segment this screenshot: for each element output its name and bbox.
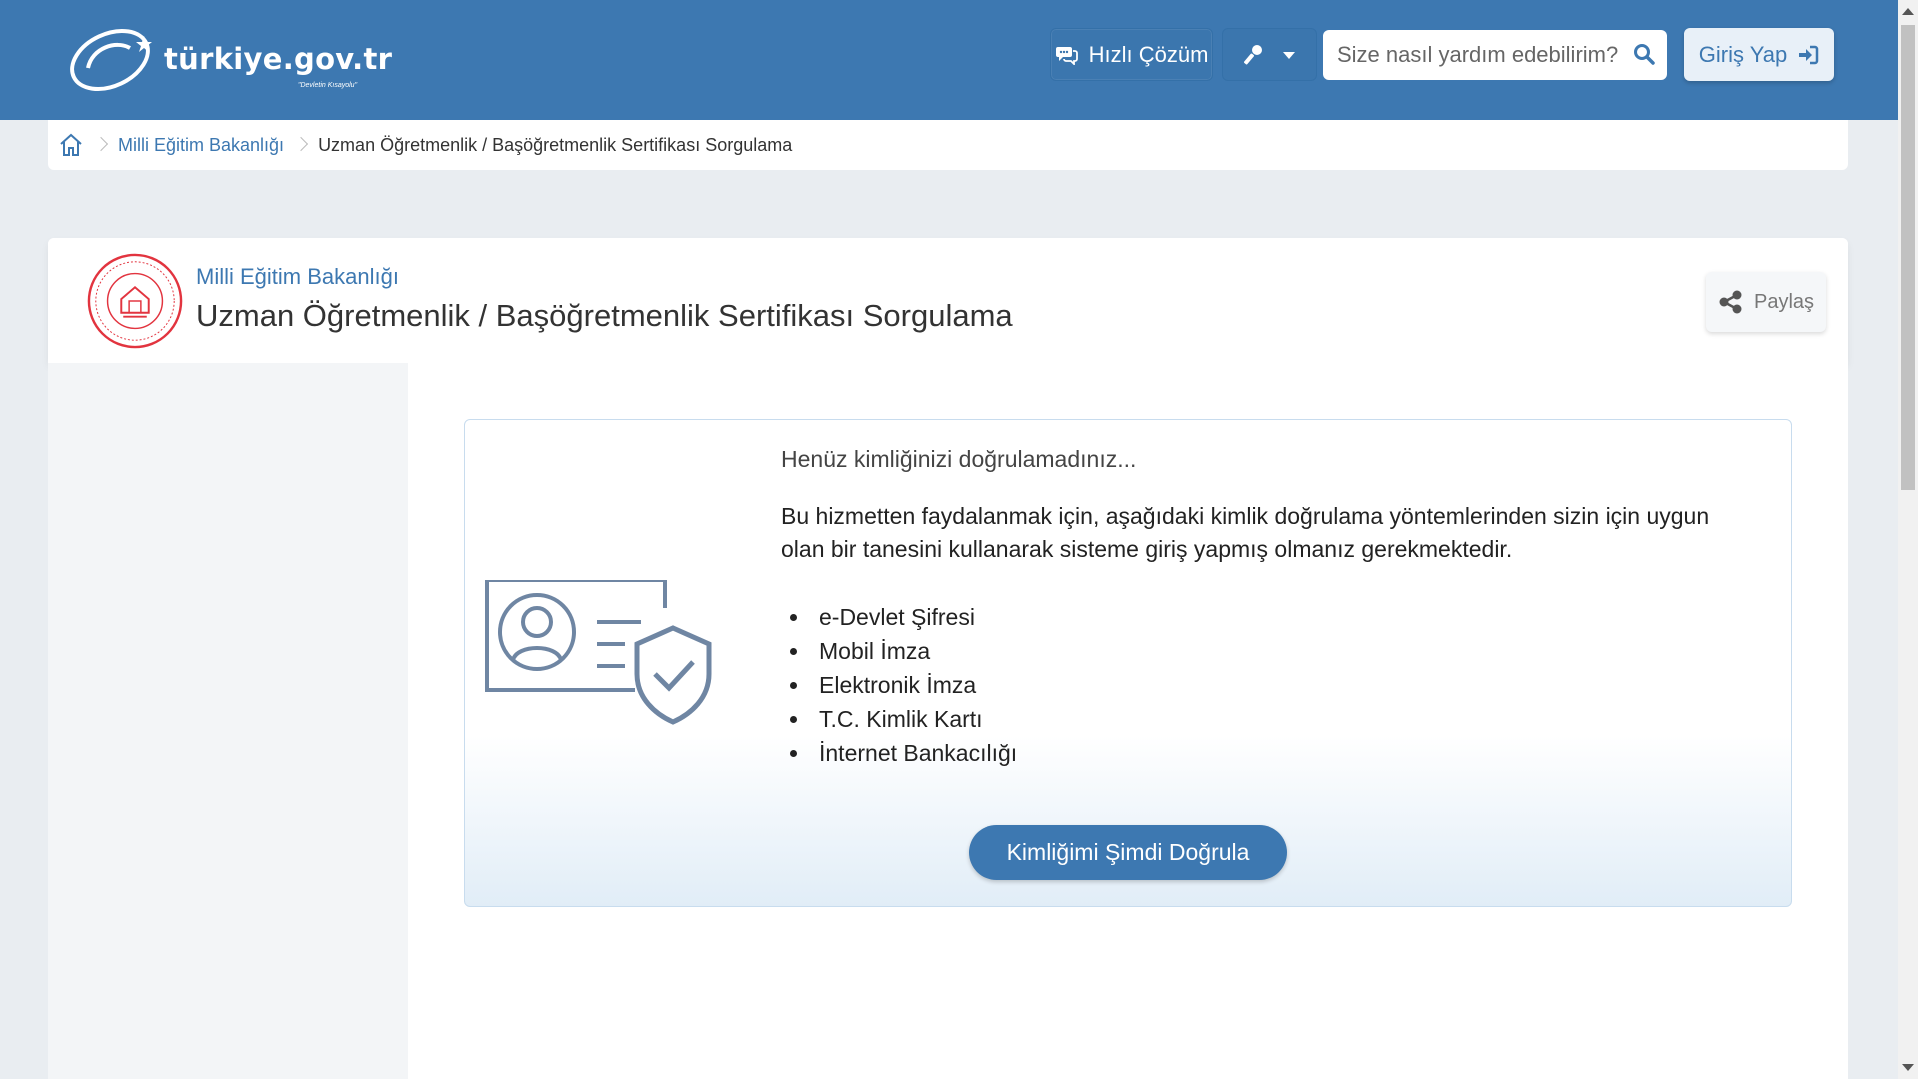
breadcrumb-separator — [296, 135, 306, 155]
auth-methods-list: e-Devlet Şifresi Mobil İmza Elektronik İ… — [811, 600, 1017, 770]
search-icon[interactable] — [1633, 43, 1655, 65]
service-header: Milli Eğitim Bakanlığı Uzman Öğretmenlik… — [48, 238, 1848, 363]
list-item: Mobil İmza — [811, 634, 1017, 668]
page-title: Uzman Öğretmenlik / Başöğretmenlik Serti… — [196, 298, 1013, 333]
scrollbar-thumb[interactable] — [1901, 25, 1915, 490]
home-icon[interactable] — [58, 132, 84, 158]
login-label: Giriş Yap — [1698, 41, 1788, 67]
key-icon — [1243, 44, 1262, 64]
top-header: türkiye.gov.tr "Devletin Kısayolu" Hızlı… — [0, 0, 1898, 120]
main-content: Henüz kimliğinizi doğrulamadınız... Bu h… — [408, 363, 1848, 1079]
auth-required-panel: Henüz kimliğinizi doğrulamadınız... Bu h… — [464, 419, 1792, 907]
auth-description: Bu hizmetten faydalanmak için, aşağıdaki… — [781, 503, 1710, 562]
page-scrollbar[interactable] — [1898, 0, 1918, 1079]
site-logo[interactable]: türkiye.gov.tr "Devletin Kısayolu" — [66, 22, 392, 96]
left-sidebar — [48, 363, 408, 1079]
breadcrumb-item-current: Uzman Öğretmenlik / Başöğretmenlik Serti… — [318, 134, 793, 155]
share-icon — [1719, 290, 1742, 314]
logo-tagline: "Devletin Kısayolu" — [298, 82, 358, 89]
id-card-shield-icon — [485, 580, 712, 725]
list-item: İnternet Bankacılığı — [811, 736, 1017, 770]
login-arrow-icon — [1799, 45, 1819, 64]
list-item: T.C. Kimlik Kartı — [811, 702, 1017, 736]
breadcrumb-item-ministry[interactable]: Milli Eğitim Bakanlığı — [118, 135, 284, 156]
logo-mark-icon — [70, 28, 152, 92]
ministry-seal-icon — [87, 253, 183, 349]
share-label: Paylaş — [1753, 290, 1815, 313]
quick-solution-button[interactable]: Hızlı Çözüm — [1050, 28, 1213, 81]
org-name[interactable]: Milli Eğitim Bakanlığı — [196, 264, 399, 290]
chevron-down-icon — [1282, 51, 1295, 59]
chat-icon — [1055, 46, 1078, 65]
share-button[interactable]: Paylaş — [1706, 272, 1826, 332]
login-button[interactable]: Giriş Yap — [1684, 28, 1834, 81]
breadcrumb: Milli Eğitim Bakanlığı Uzman Öğretmenlik… — [48, 120, 1848, 170]
breadcrumb-separator — [96, 135, 106, 155]
verify-identity-button[interactable]: Kimliğimi Şimdi Doğrula — [969, 825, 1287, 880]
logo-text: türkiye.gov.tr — [164, 42, 393, 76]
scroll-down-icon[interactable] — [1902, 1064, 1914, 1071]
auth-title: Henüz kimliğinizi doğrulamadınız... — [781, 446, 1137, 472]
quick-solution-label: Hızlı Çözüm — [1088, 41, 1209, 67]
list-item: e-Devlet Şifresi — [811, 600, 1017, 634]
search-input[interactable] — [1337, 32, 1627, 78]
search-box — [1323, 30, 1667, 80]
scroll-up-icon[interactable] — [1902, 8, 1914, 15]
list-item: Elektronik İmza — [811, 668, 1017, 702]
service-card: Milli Eğitim Bakanlığı Uzman Öğretmenlik… — [48, 238, 1848, 1079]
accessibility-menu-button[interactable] — [1222, 28, 1317, 81]
